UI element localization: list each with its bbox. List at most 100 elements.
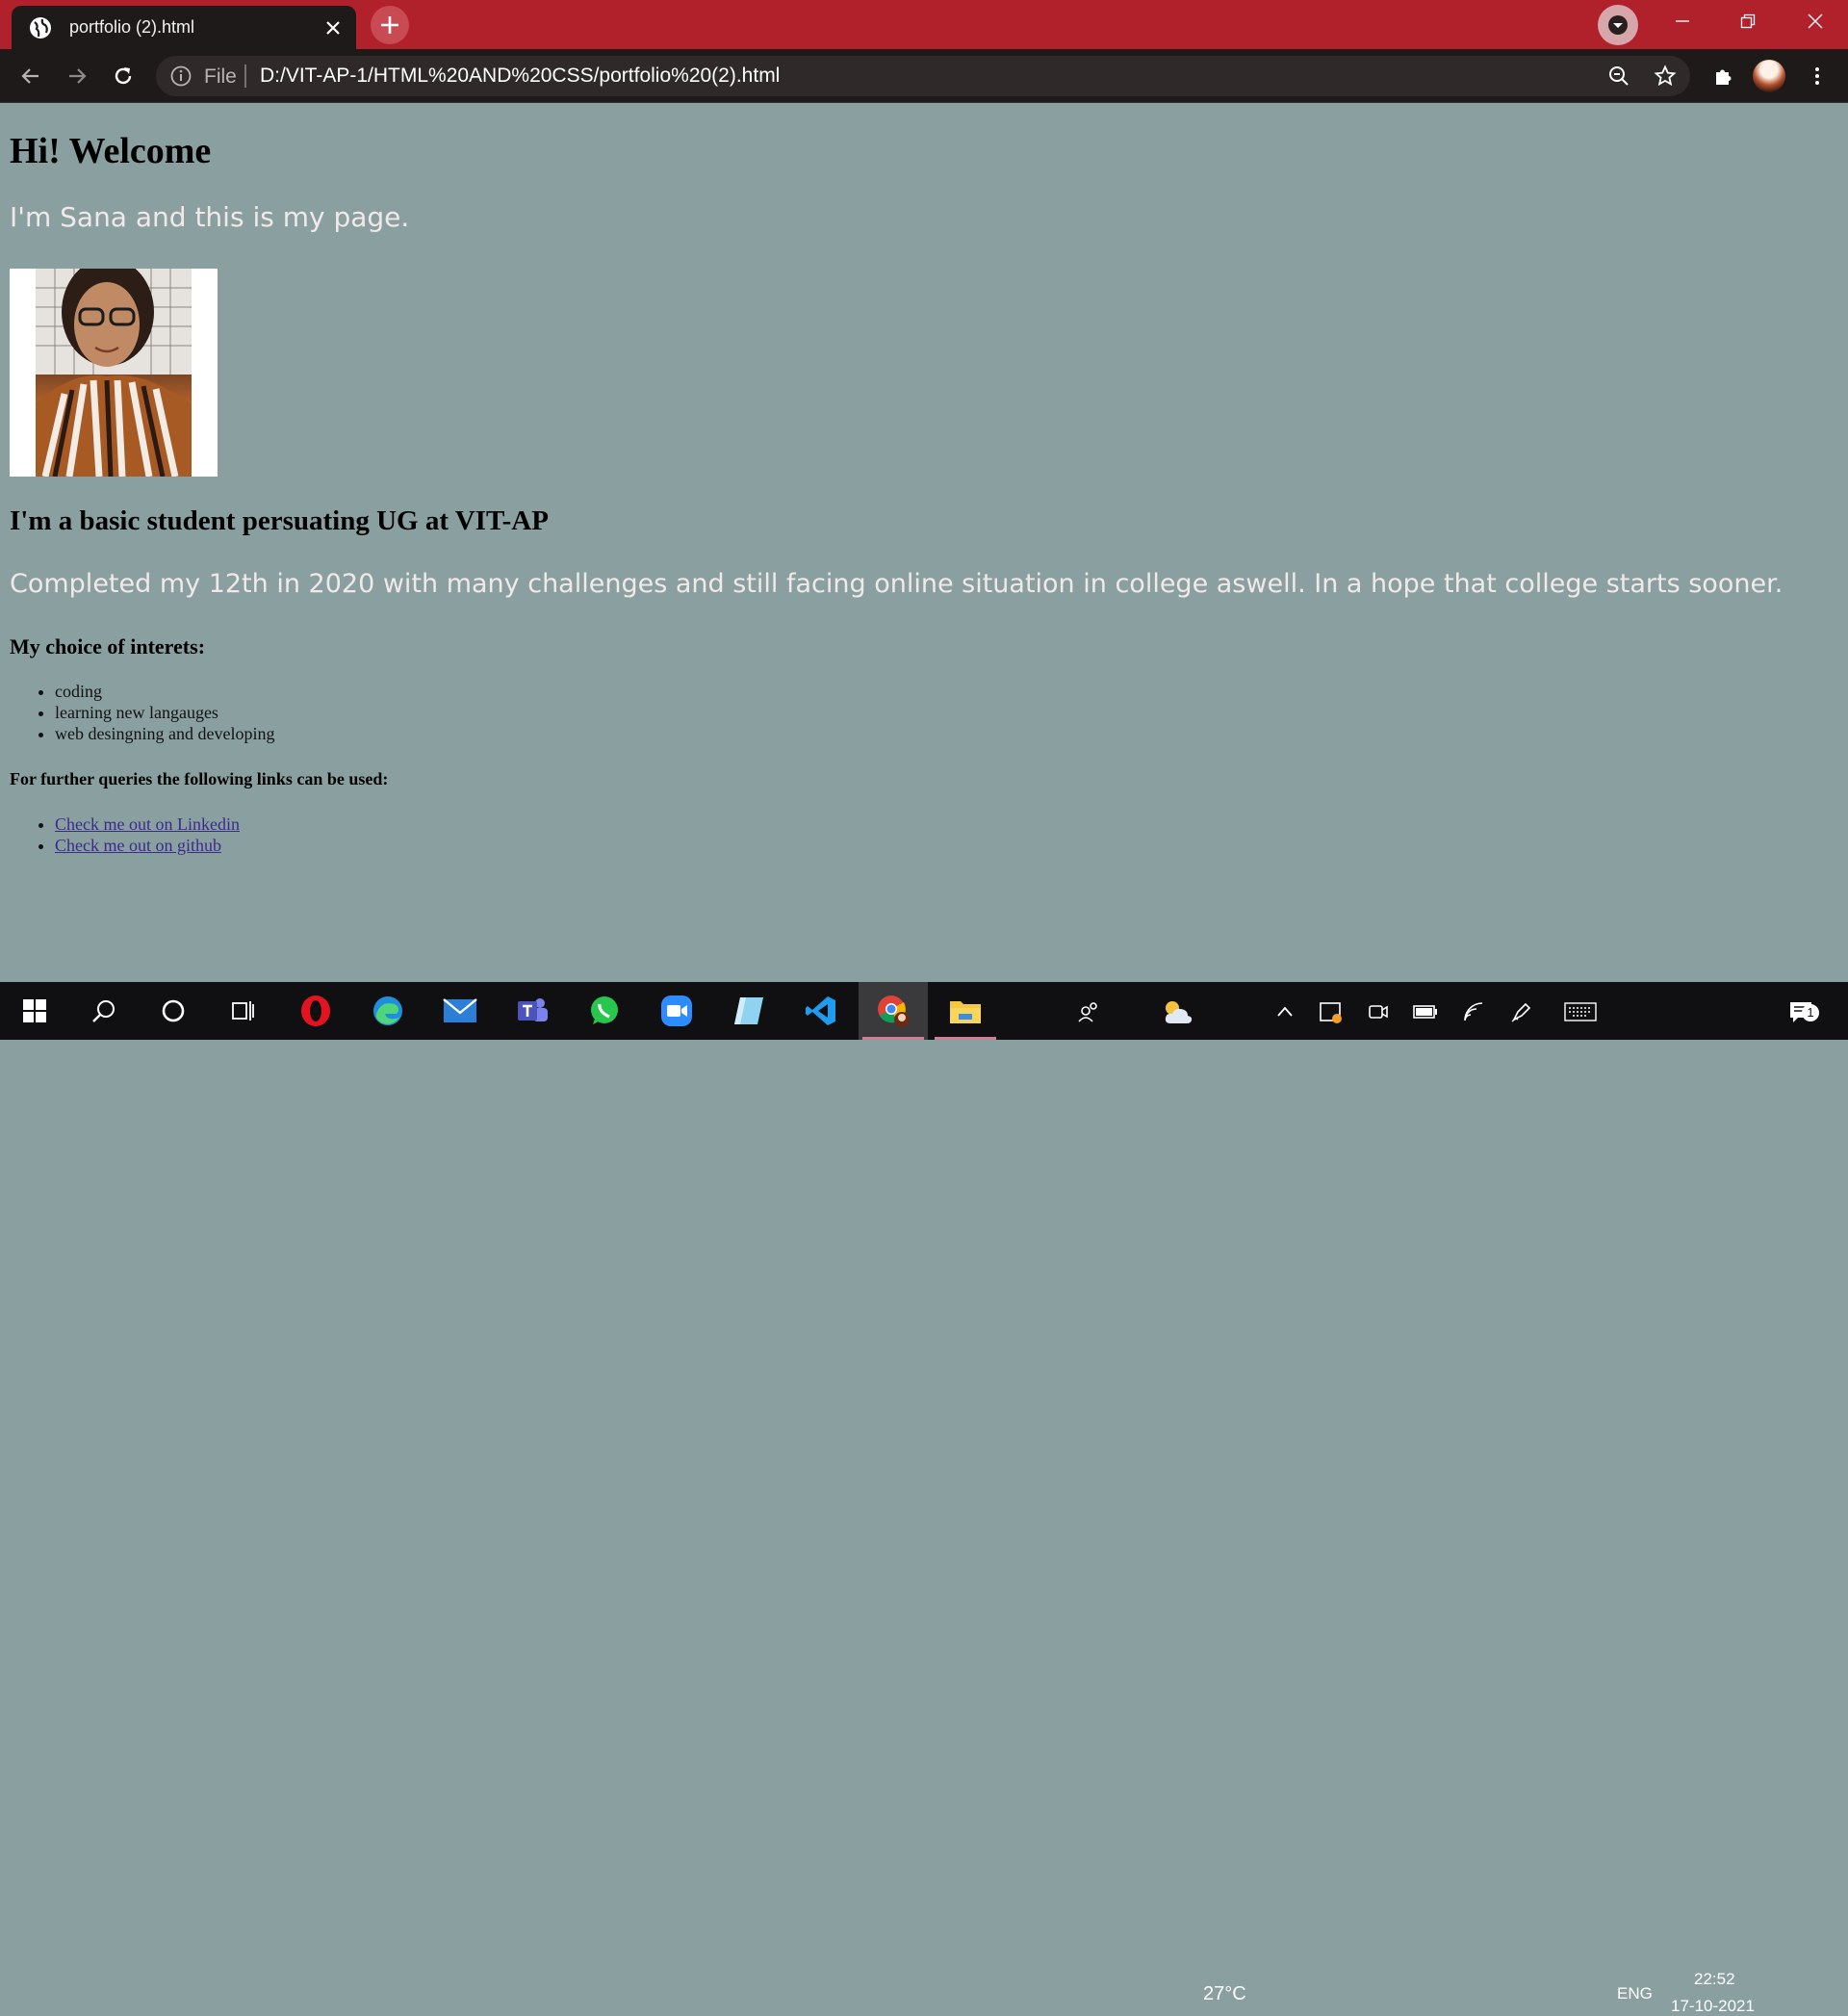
globe-icon — [30, 16, 51, 39]
people-icon — [1078, 1002, 1097, 1022]
window-close-button[interactable] — [1783, 0, 1848, 42]
queries-heading: For further queries the following links … — [10, 769, 389, 788]
tab-title: portfolio (2).html — [69, 17, 195, 37]
opera-icon — [301, 995, 330, 1026]
page-content: Hi! Welcome I'm Sana and this is my page… — [0, 103, 1848, 982]
weather-widget[interactable] — [1161, 999, 1194, 1024]
portrait-illustration — [36, 269, 192, 477]
partly-cloudy-icon — [1165, 1001, 1193, 1023]
list-item: Check me out on github — [55, 835, 240, 856]
search-icon — [92, 1000, 115, 1022]
puzzle-icon — [1716, 69, 1732, 85]
restore-button[interactable] — [1715, 0, 1781, 42]
zoom-app-icon — [661, 995, 692, 1026]
start-button[interactable] — [0, 982, 69, 1040]
tray-app-icon — [1320, 1002, 1342, 1023]
chrome-icon — [878, 995, 910, 1027]
browser-tab-portfolio[interactable]: portfolio (2).html — [12, 6, 356, 49]
info-icon[interactable] — [169, 65, 192, 88]
clock-date[interactable]: 17-10-2021 — [1671, 1997, 1755, 2016]
restore-icon — [1740, 13, 1756, 29]
taskbar-edge[interactable] — [353, 982, 423, 1040]
camera-icon — [1369, 1005, 1388, 1019]
list-item: web desingning and developing — [55, 723, 274, 744]
notification-count-badge: 1 — [1802, 1004, 1819, 1021]
minimize-button[interactable] — [1650, 0, 1715, 42]
arrow-left-icon — [21, 68, 38, 84]
show-hidden-icons-button[interactable] — [1272, 999, 1297, 1024]
address-bar[interactable]: File D:/VIT-AP-1/HTML%20AND%20CSS/portfo… — [156, 56, 1690, 96]
search-button[interactable] — [69, 982, 139, 1040]
folder-icon — [950, 1001, 981, 1023]
back-button[interactable] — [12, 57, 50, 95]
pen-icon — [1511, 1002, 1531, 1022]
profile-photo-image — [36, 269, 192, 477]
list-item: learning new langauges — [55, 702, 274, 723]
interests-list: coding learning new langauges web desing… — [10, 681, 274, 744]
cortana-icon — [162, 999, 185, 1022]
chevron-up-icon — [1277, 1006, 1293, 1017]
network-indicator[interactable] — [1461, 999, 1486, 1024]
chevron-down-icon — [1608, 15, 1628, 35]
battery-icon — [1413, 1005, 1437, 1019]
forward-button[interactable] — [58, 57, 96, 95]
input-language[interactable]: ENG — [1617, 1984, 1653, 2003]
address-url[interactable]: D:/VIT-AP-1/HTML%20AND%20CSS/portfolio%2… — [260, 65, 780, 88]
teams-icon — [518, 998, 548, 1021]
tab-close-button[interactable] — [316, 11, 350, 45]
taskbar-file-explorer[interactable] — [931, 982, 1000, 1040]
whatsapp-icon — [591, 996, 618, 1024]
education-text: Completed my 12th in 2020 with many chal… — [10, 569, 1784, 599]
cortana-button[interactable] — [139, 982, 208, 1040]
task-view-icon — [232, 1001, 254, 1021]
reload-button[interactable] — [104, 57, 142, 95]
extensions-button[interactable] — [1705, 57, 1743, 95]
taskbar-vscode[interactable] — [786, 982, 856, 1040]
list-item: coding — [55, 681, 274, 702]
intro-text: I'm Sana and this is my page. — [10, 201, 410, 233]
linkedin-link[interactable]: Check me out on Linkedin — [55, 814, 240, 834]
github-link[interactable]: Check me out on github — [55, 836, 221, 855]
task-view-button[interactable] — [208, 982, 277, 1040]
bookmark-star-icon[interactable] — [1654, 65, 1677, 88]
battery-indicator[interactable] — [1413, 999, 1438, 1024]
edge-icon — [373, 996, 402, 1025]
more-vertical-icon — [1815, 67, 1819, 85]
profile-avatar[interactable] — [1753, 60, 1785, 92]
weather-temperature[interactable]: 27°C — [1203, 1983, 1246, 2005]
tray-app-button[interactable] — [1319, 999, 1344, 1024]
pen-workspace-button[interactable] — [1509, 999, 1534, 1024]
taskbar-teams[interactable] — [498, 982, 567, 1040]
address-scheme-label: File — [204, 65, 237, 88]
links-list: Check me out on Linkedin Check me out on… — [10, 814, 240, 856]
new-tab-button[interactable] — [371, 6, 409, 44]
close-icon — [326, 20, 340, 35]
plus-icon — [381, 16, 398, 34]
taskbar-notes-app[interactable] — [714, 982, 783, 1040]
browser-menu-button[interactable] — [1798, 57, 1836, 95]
clock-time[interactable]: 22:52 — [1694, 1970, 1735, 1989]
taskbar-opera[interactable] — [281, 982, 350, 1040]
arrow-right-icon — [69, 68, 87, 84]
taskbar: 27°C ENG 22:52 17-10-2021 — [0, 982, 1848, 2015]
taskbar-zoom[interactable] — [642, 982, 711, 1040]
touch-keyboard-button[interactable] — [1563, 999, 1598, 1024]
list-item: Check me out on Linkedin — [55, 814, 240, 835]
vscode-icon — [806, 996, 835, 1025]
reload-icon — [115, 67, 132, 85]
tab-search-button[interactable] — [1598, 5, 1638, 45]
welcome-heading: Hi! Welcome — [10, 131, 212, 171]
people-button[interactable] — [1076, 999, 1101, 1024]
notes-icon — [734, 997, 763, 1024]
keyboard-icon — [1564, 1002, 1597, 1021]
taskbar-chrome[interactable] — [859, 982, 928, 1040]
mail-icon — [443, 998, 477, 1022]
taskbar-mail[interactable] — [425, 982, 495, 1040]
close-icon — [1808, 13, 1823, 29]
windows-icon — [23, 999, 46, 1022]
taskbar-whatsapp[interactable] — [570, 982, 639, 1040]
browser-toolbar: File D:/VIT-AP-1/HTML%20AND%20CSS/portfo… — [0, 49, 1848, 103]
zoom-icon[interactable] — [1607, 65, 1630, 88]
interests-heading: My choice of interets: — [10, 634, 206, 659]
meet-now-button[interactable] — [1366, 999, 1391, 1024]
